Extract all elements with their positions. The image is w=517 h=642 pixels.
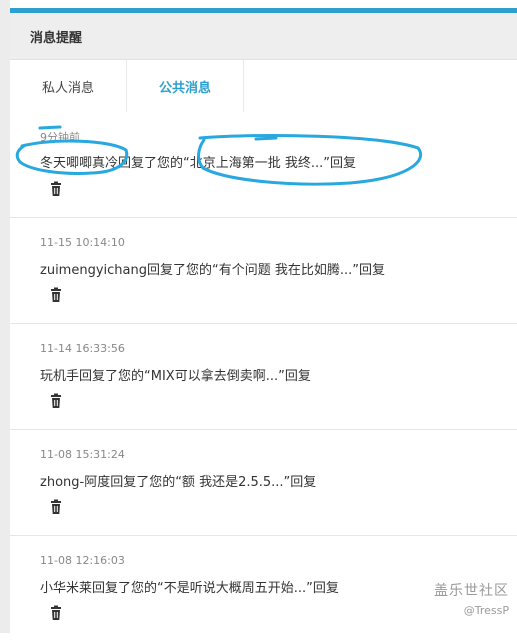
list-item: 11-14 16:33:56 玩机手回复了您的“MIX可以拿去倒卖啊...”回复 <box>10 324 517 430</box>
message-text: 玩机手回复了您的“MIX可以拿去倒卖啊...”回复 <box>40 369 311 384</box>
message-text: zhong-阿度回复了您的“额 我还是2.5.5...”回复 <box>40 475 317 490</box>
message-time: 11-15 10:14:10 <box>40 236 125 249</box>
message-text: 小华米莱回复了您的“不是听说大概周五开始...”回复 <box>40 581 339 596</box>
trash-icon[interactable] <box>48 605 64 621</box>
list-item: 9分钟前 冬天唧唧真冷回复了您的“北京上海第一批 我终...”回复 <box>10 112 517 218</box>
tab-public-messages[interactable]: 公共消息 <box>127 60 244 112</box>
message-time: 11-08 15:31:24 <box>40 448 125 461</box>
trash-icon[interactable] <box>48 181 64 197</box>
trash-icon[interactable] <box>48 499 64 515</box>
message-time: 11-08 12:16:03 <box>40 554 125 567</box>
trash-icon[interactable] <box>48 287 64 303</box>
left-strip <box>0 0 10 633</box>
message-text: 冬天唧唧真冷回复了您的“北京上海第一批 我终...”回复 <box>40 156 356 171</box>
page-title: 消息提醒 <box>30 30 83 46</box>
panel-header: 消息提醒 <box>10 13 517 60</box>
message-time: 11-14 16:33:56 <box>40 342 125 355</box>
tab-bar: 私人消息 公共消息 <box>10 60 517 112</box>
watermark: 盖乐世社区 @TressP <box>434 580 509 617</box>
list-item: 11-15 10:14:10 zuimengyichang回复了您的“有个问题 … <box>10 218 517 324</box>
watermark-site: 盖乐世社区 <box>434 583 509 599</box>
watermark-user: @TressP <box>463 604 509 617</box>
message-time: 9分钟前 <box>40 131 80 144</box>
trash-icon[interactable] <box>48 393 64 409</box>
tab-private-messages[interactable]: 私人消息 <box>10 60 127 112</box>
message-text: zuimengyichang回复了您的“有个问题 我在比如腾...”回复 <box>40 263 385 278</box>
list-item: 11-08 15:31:24 zhong-阿度回复了您的“额 我还是2.5.5.… <box>10 430 517 536</box>
